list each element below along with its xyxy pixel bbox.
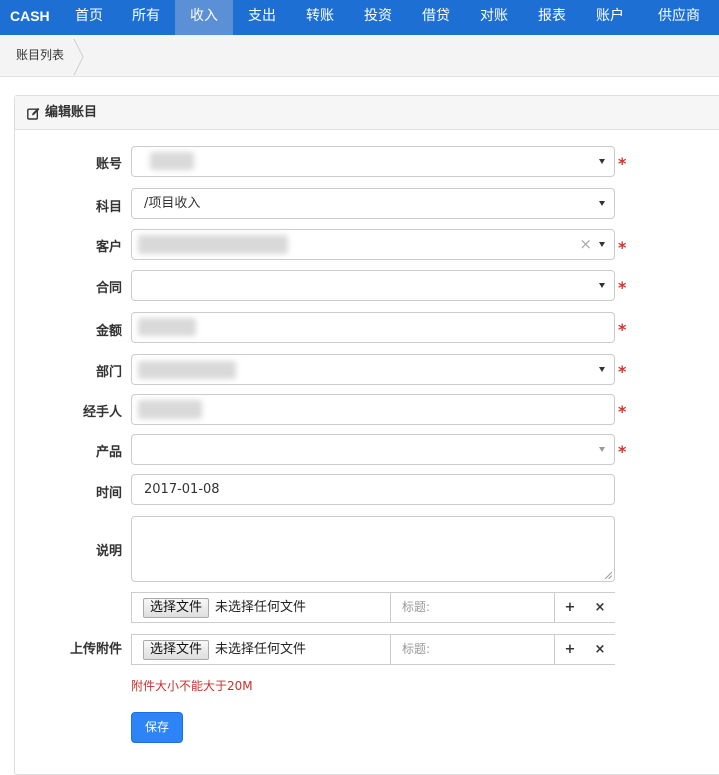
account-select[interactable] (131, 146, 615, 177)
clear-icon[interactable]: × (579, 235, 592, 253)
amount-label: 金额 (95, 324, 122, 339)
divider (390, 635, 391, 664)
add-attachment-button[interactable]: + (555, 635, 585, 664)
required-marker: * (618, 278, 627, 297)
nav-item-income[interactable]: 收入 (175, 0, 233, 35)
required-marker: * (618, 320, 627, 339)
nav-item-investment[interactable]: 投资 (349, 0, 407, 35)
brand-logo[interactable]: CASH (10, 0, 50, 35)
remove-attachment-button[interactable]: × (585, 593, 615, 622)
top-navbar: CASH 首页 所有 收入 支出 转账 投资 借贷 对账 报表 账户 供应商 (0, 0, 719, 35)
chevron-down-icon (599, 159, 605, 164)
redacted-value (150, 152, 194, 170)
contract-select[interactable] (131, 270, 615, 301)
save-button[interactable]: 保存 (131, 712, 183, 743)
date-input[interactable]: 2017-01-08 (131, 474, 615, 505)
description-textarea[interactable] (131, 516, 615, 582)
required-marker: * (618, 442, 627, 461)
redacted-value (138, 400, 202, 419)
attachment-row: 选择文件 未选择任何文件 标题: + × (131, 634, 615, 665)
attachment-title-input[interactable]: 标题: (402, 635, 430, 664)
redacted-value (138, 318, 196, 336)
amount-input[interactable] (131, 312, 615, 343)
nav-item-transfer[interactable]: 转账 (291, 0, 349, 35)
account-label: 账号 (95, 157, 122, 172)
remove-attachment-button[interactable]: × (585, 635, 615, 664)
chevron-down-icon (599, 242, 605, 247)
customer-select[interactable]: × (131, 229, 615, 260)
chevron-down-icon (599, 283, 605, 288)
required-marker: * (618, 362, 627, 381)
panel-header: 编辑账目 (15, 96, 719, 130)
handler-label: 经手人 (82, 405, 122, 420)
nav-item-accounts[interactable]: 账户 (581, 0, 639, 35)
nav-item-all[interactable]: 所有 (117, 0, 175, 35)
divider (390, 593, 391, 622)
chevron-down-icon (599, 201, 605, 206)
nav-item-suppliers[interactable]: 供应商 (639, 0, 719, 35)
chevron-down-icon (599, 447, 605, 452)
attachment-row: 选择文件 未选择任何文件 标题: + × (131, 592, 615, 623)
edit-icon (27, 107, 40, 120)
product-select[interactable] (131, 434, 615, 465)
date-value: 2017-01-08 (144, 482, 220, 497)
add-attachment-button[interactable]: + (555, 593, 585, 622)
nav-item-reconcile[interactable]: 对账 (465, 0, 523, 35)
breadcrumb-item-account-list[interactable]: 账目列表 (16, 35, 64, 77)
subject-value: /项目收入 (144, 196, 201, 211)
file-status: 未选择任何文件 (215, 600, 307, 615)
description-label: 说明 (95, 544, 122, 559)
chevron-down-icon (599, 367, 605, 372)
subject-label: 科目 (95, 200, 122, 215)
required-marker: * (618, 402, 627, 421)
panel-title: 编辑账目 (45, 105, 98, 120)
choose-file-button[interactable]: 选择文件 (143, 598, 210, 618)
product-label: 产品 (95, 445, 122, 460)
handler-input[interactable] (131, 394, 615, 425)
department-select[interactable] (131, 354, 615, 385)
time-label: 时间 (95, 486, 122, 501)
resize-grip-icon[interactable] (604, 571, 612, 579)
redacted-value (138, 235, 288, 254)
contract-label: 合同 (95, 281, 122, 296)
upload-label: 上传附件 (69, 642, 122, 657)
required-marker: * (618, 154, 627, 173)
attachment-size-hint: 附件大小不能大于20M (131, 679, 253, 693)
breadcrumb: 账目列表 (0, 35, 719, 77)
subject-select[interactable]: /项目收入 (131, 188, 615, 219)
nav-item-home[interactable]: 首页 (61, 0, 117, 35)
file-status: 未选择任何文件 (215, 642, 307, 657)
department-label: 部门 (95, 365, 122, 380)
nav-item-reports[interactable]: 报表 (523, 0, 581, 35)
nav-item-expense[interactable]: 支出 (233, 0, 291, 35)
required-marker: * (618, 238, 627, 257)
redacted-value (138, 361, 236, 379)
breadcrumb-chevron-icon (73, 38, 84, 76)
attachment-title-input[interactable]: 标题: (402, 593, 430, 622)
customer-label: 客户 (95, 240, 122, 255)
choose-file-button[interactable]: 选择文件 (143, 640, 210, 660)
nav-item-loan[interactable]: 借贷 (407, 0, 465, 35)
